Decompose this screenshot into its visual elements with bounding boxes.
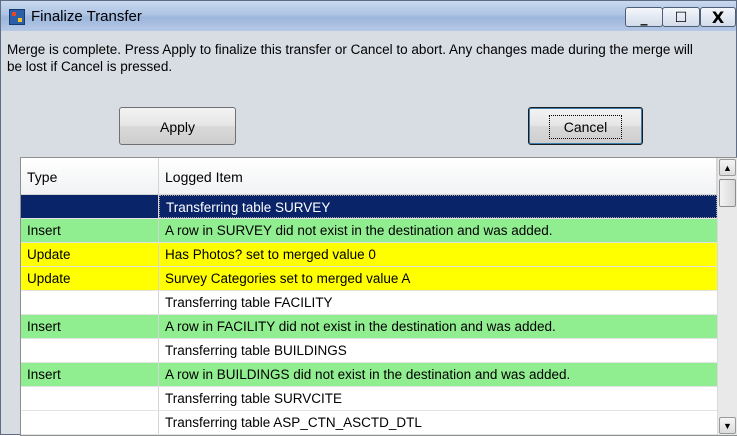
log-row[interactable]: Insert A row in SURVEY did not exist in t… xyxy=(21,219,717,243)
log-row-type: Insert xyxy=(21,363,159,386)
scroll-thumb[interactable] xyxy=(719,179,736,207)
title-bar[interactable]: Finalize Transfer _ ☐ X xyxy=(1,1,736,31)
log-row-type xyxy=(21,291,159,314)
log-row[interactable]: Transferring table SURVCITE xyxy=(21,387,717,411)
log-row[interactable]: Transferring table FACILITY xyxy=(21,291,717,315)
log-row[interactable]: Update Has Photos? set to merged value 0 xyxy=(21,243,717,267)
cancel-button-label: Cancel xyxy=(548,115,623,139)
log-row-item: Transferring table BUILDINGS xyxy=(165,343,347,358)
log-row[interactable]: Update Survey Categories set to merged va… xyxy=(21,267,717,291)
log-row-item: Transferring table SURVEY xyxy=(159,195,717,218)
log-row[interactable]: Transferring table SURVEY xyxy=(21,195,717,219)
log-row-item: Transferring table SURVCITE xyxy=(165,391,343,406)
column-header-logged-item[interactable]: Logged Item xyxy=(159,158,717,194)
log-row-item: Transferring table FACILITY xyxy=(165,295,333,310)
log-row-type: Insert xyxy=(21,315,159,338)
log-row[interactable]: Transferring table BUILDINGS xyxy=(21,339,717,363)
log-row[interactable]: Insert A row in FACILITY did not exist in… xyxy=(21,315,717,339)
log-row-item: Has Photos? set to merged value 0 xyxy=(165,247,376,262)
log-row-type xyxy=(21,387,159,410)
log-row[interactable]: Insert A row in BUILDINGS did not exist i… xyxy=(21,363,717,387)
log-row-type: Insert xyxy=(21,219,159,242)
scroll-down-arrow-icon[interactable]: ▼ xyxy=(719,417,736,434)
grid-header: Type Logged Item xyxy=(21,158,717,195)
maximize-button[interactable]: ☐ xyxy=(662,7,700,27)
log-row-type xyxy=(21,195,159,218)
finalize-transfer-dialog: Finalize Transfer _ ☐ X Merge is complet… xyxy=(0,0,737,436)
log-row-item: Transferring table ASP_CTN_ASCTD_DTL xyxy=(165,415,422,430)
transfer-log-grid[interactable]: Type Logged Item Transferring table SURV… xyxy=(20,157,737,436)
cancel-button[interactable]: Cancel xyxy=(528,107,643,145)
column-header-type[interactable]: Type xyxy=(21,158,159,194)
log-row-item: A row in SURVEY did not exist in the des… xyxy=(165,223,553,238)
log-row-item: A row in FACILITY did not exist in the d… xyxy=(165,319,556,334)
log-rows: Transferring table SURVEY Insert A row in … xyxy=(21,195,717,435)
minimize-button[interactable]: _ xyxy=(625,7,663,27)
log-row-item: Survey Categories set to merged value A xyxy=(165,271,411,286)
scroll-up-arrow-icon[interactable]: ▲ xyxy=(719,159,736,176)
log-row-type xyxy=(21,339,159,362)
vertical-scrollbar[interactable]: ▲ ▼ xyxy=(717,158,737,435)
close-button[interactable]: X xyxy=(700,7,736,27)
window-title: Finalize Transfer xyxy=(31,8,142,25)
log-row-type: Update xyxy=(21,243,159,266)
log-row-type: Update xyxy=(21,267,159,290)
merge-complete-message: Merge is complete. Press Apply to finali… xyxy=(7,42,693,74)
log-row-item: A row in BUILDINGS did not exist in the … xyxy=(165,367,571,382)
log-row[interactable]: Transferring table ASP_CTN_ASCTD_DTL xyxy=(21,411,717,435)
app-icon[interactable] xyxy=(9,9,25,25)
log-row-type xyxy=(21,411,159,434)
apply-button[interactable]: Apply xyxy=(119,107,236,145)
